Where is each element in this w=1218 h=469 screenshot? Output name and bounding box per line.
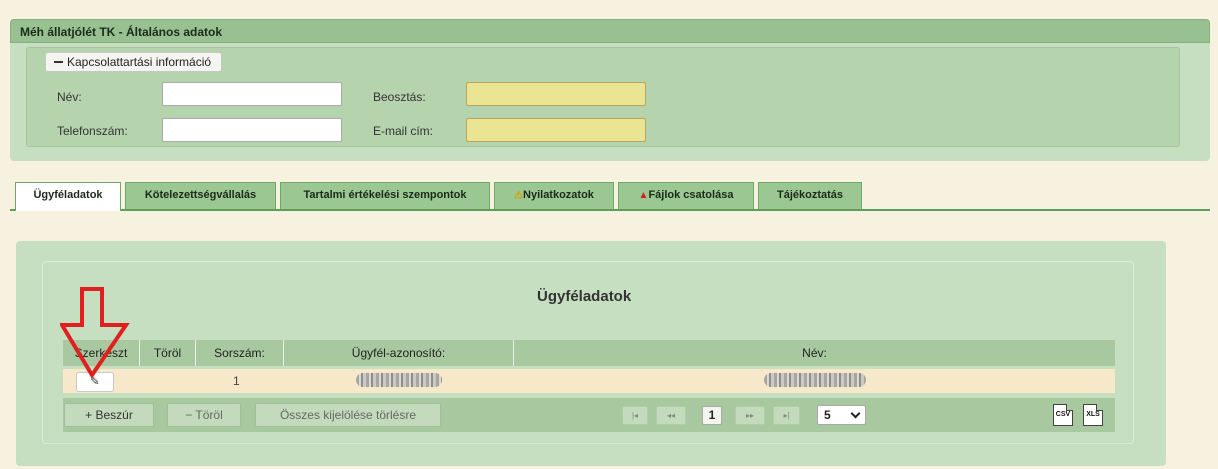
prev-page-icon[interactable]: ◂◂	[656, 406, 686, 425]
name-field[interactable]	[162, 82, 342, 106]
page-size-select[interactable]: 5	[817, 405, 866, 425]
panel-title: Méh állatjólét TK - Általános adatok	[20, 25, 223, 39]
column-header-serial: Sorszám:	[196, 340, 284, 366]
email-label: E-mail cím:	[373, 124, 433, 138]
phone-field[interactable]	[162, 118, 342, 142]
alert-icon: ▲	[638, 190, 649, 201]
xls-export-icon[interactable]: XLS	[1083, 404, 1103, 426]
position-field[interactable]	[466, 82, 646, 106]
tab-tartalmi-ertekelesi-szempontok[interactable]: Tartalmi értékelési szempontok	[280, 182, 490, 209]
table-row[interactable]	[63, 369, 1115, 393]
contact-legend-label: Kapcsolattartási információ	[67, 55, 212, 69]
current-page[interactable]: 1	[702, 406, 722, 425]
csv-export-icon[interactable]: CSV	[1053, 404, 1073, 426]
column-header-delete: Töröl	[140, 340, 196, 366]
contact-legend-toggle[interactable]: Kapcsolattartási információ	[45, 52, 223, 72]
clear-all-selection-button[interactable]: Összes kijelölése törlésre	[255, 403, 441, 427]
tab-kotelezettsegvallalas[interactable]: Kötelezettségvállalás	[125, 182, 276, 209]
last-page-icon[interactable]: ▸|	[773, 406, 800, 425]
position-label: Beosztás:	[373, 90, 426, 104]
column-header-name: Név:	[802, 346, 827, 360]
redacted-client-name	[764, 373, 866, 387]
redacted-client-id	[356, 373, 442, 387]
tab-tajekoztatas[interactable]: Tájékoztatás	[758, 182, 862, 209]
name-label: Név:	[57, 90, 82, 104]
email-field[interactable]	[466, 118, 646, 142]
annotation-arrow-icon	[60, 287, 130, 379]
tab-fajlok-csatolasa[interactable]: ▲Fájlok csatolása	[618, 182, 754, 209]
next-page-icon[interactable]: ▸▸	[735, 406, 765, 425]
chevron-down-icon	[850, 408, 861, 419]
minus-icon: −	[185, 408, 196, 422]
row-serial: 1	[233, 374, 240, 388]
tabbar-divider	[10, 209, 1210, 211]
tab-ugyfeladatok[interactable]: Ügyféladatok	[15, 182, 121, 211]
first-page-icon[interactable]: |◂	[622, 406, 648, 425]
column-header-client-id: Ügyfél-azonosító:	[284, 340, 514, 366]
plus-icon: +	[85, 408, 96, 422]
phone-label: Telefonszám:	[57, 124, 128, 138]
panel-header: Méh állatjólét TK - Általános adatok	[10, 19, 1210, 43]
insert-button[interactable]: + Beszúr	[64, 403, 154, 427]
warning-icon: ⚠	[514, 190, 524, 201]
tab-nyilatkozatok[interactable]: ⚠Nyilatkozatok	[494, 182, 614, 209]
collapse-icon	[54, 60, 63, 63]
delete-button[interactable]: − Töröl	[167, 403, 241, 427]
